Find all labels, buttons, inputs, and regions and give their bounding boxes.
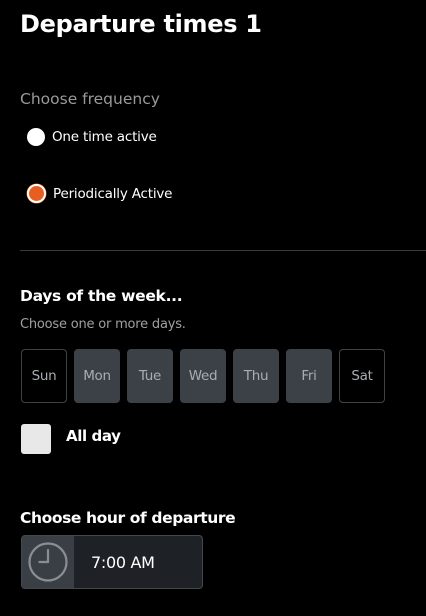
section-divider: [20, 250, 426, 251]
day-button-thu[interactable]: Thu: [233, 349, 279, 403]
radio-label: Periodically Active: [53, 185, 173, 202]
day-button-tue[interactable]: Tue: [127, 349, 173, 403]
day-selector: Sun Mon Tue Wed Thu Fri Sat: [21, 349, 385, 403]
time-picker[interactable]: 7:00 AM: [21, 535, 203, 589]
clock-icon-box: [22, 536, 74, 588]
radio-one-time-active[interactable]: One time active: [27, 128, 157, 146]
frequency-label: Choose frequency: [20, 90, 160, 108]
radio-button-unselected[interactable]: [27, 128, 45, 146]
page-title: Departure times 1: [20, 10, 262, 38]
all-day-toggle[interactable]: All day: [21, 424, 121, 454]
clock-icon: [28, 542, 68, 582]
radio-label: One time active: [52, 129, 157, 145]
radio-button-selected[interactable]: [27, 184, 46, 203]
departure-hour-heading: Choose hour of departure: [20, 509, 236, 527]
day-button-fri[interactable]: Fri: [286, 349, 332, 403]
days-subtitle: Choose one or more days.: [20, 317, 186, 332]
time-value: 7:00 AM: [91, 552, 155, 572]
day-button-sat[interactable]: Sat: [339, 349, 385, 403]
day-button-mon[interactable]: Mon: [74, 349, 120, 403]
radio-periodically-active[interactable]: Periodically Active: [27, 184, 172, 203]
departure-times-page: Departure times 1 Choose frequency One t…: [0, 0, 426, 616]
all-day-checkbox[interactable]: [21, 424, 51, 454]
day-button-sun[interactable]: Sun: [21, 349, 67, 403]
days-heading: Days of the week...: [20, 287, 183, 305]
day-button-wed[interactable]: Wed: [180, 349, 226, 403]
all-day-label: All day: [66, 427, 121, 445]
